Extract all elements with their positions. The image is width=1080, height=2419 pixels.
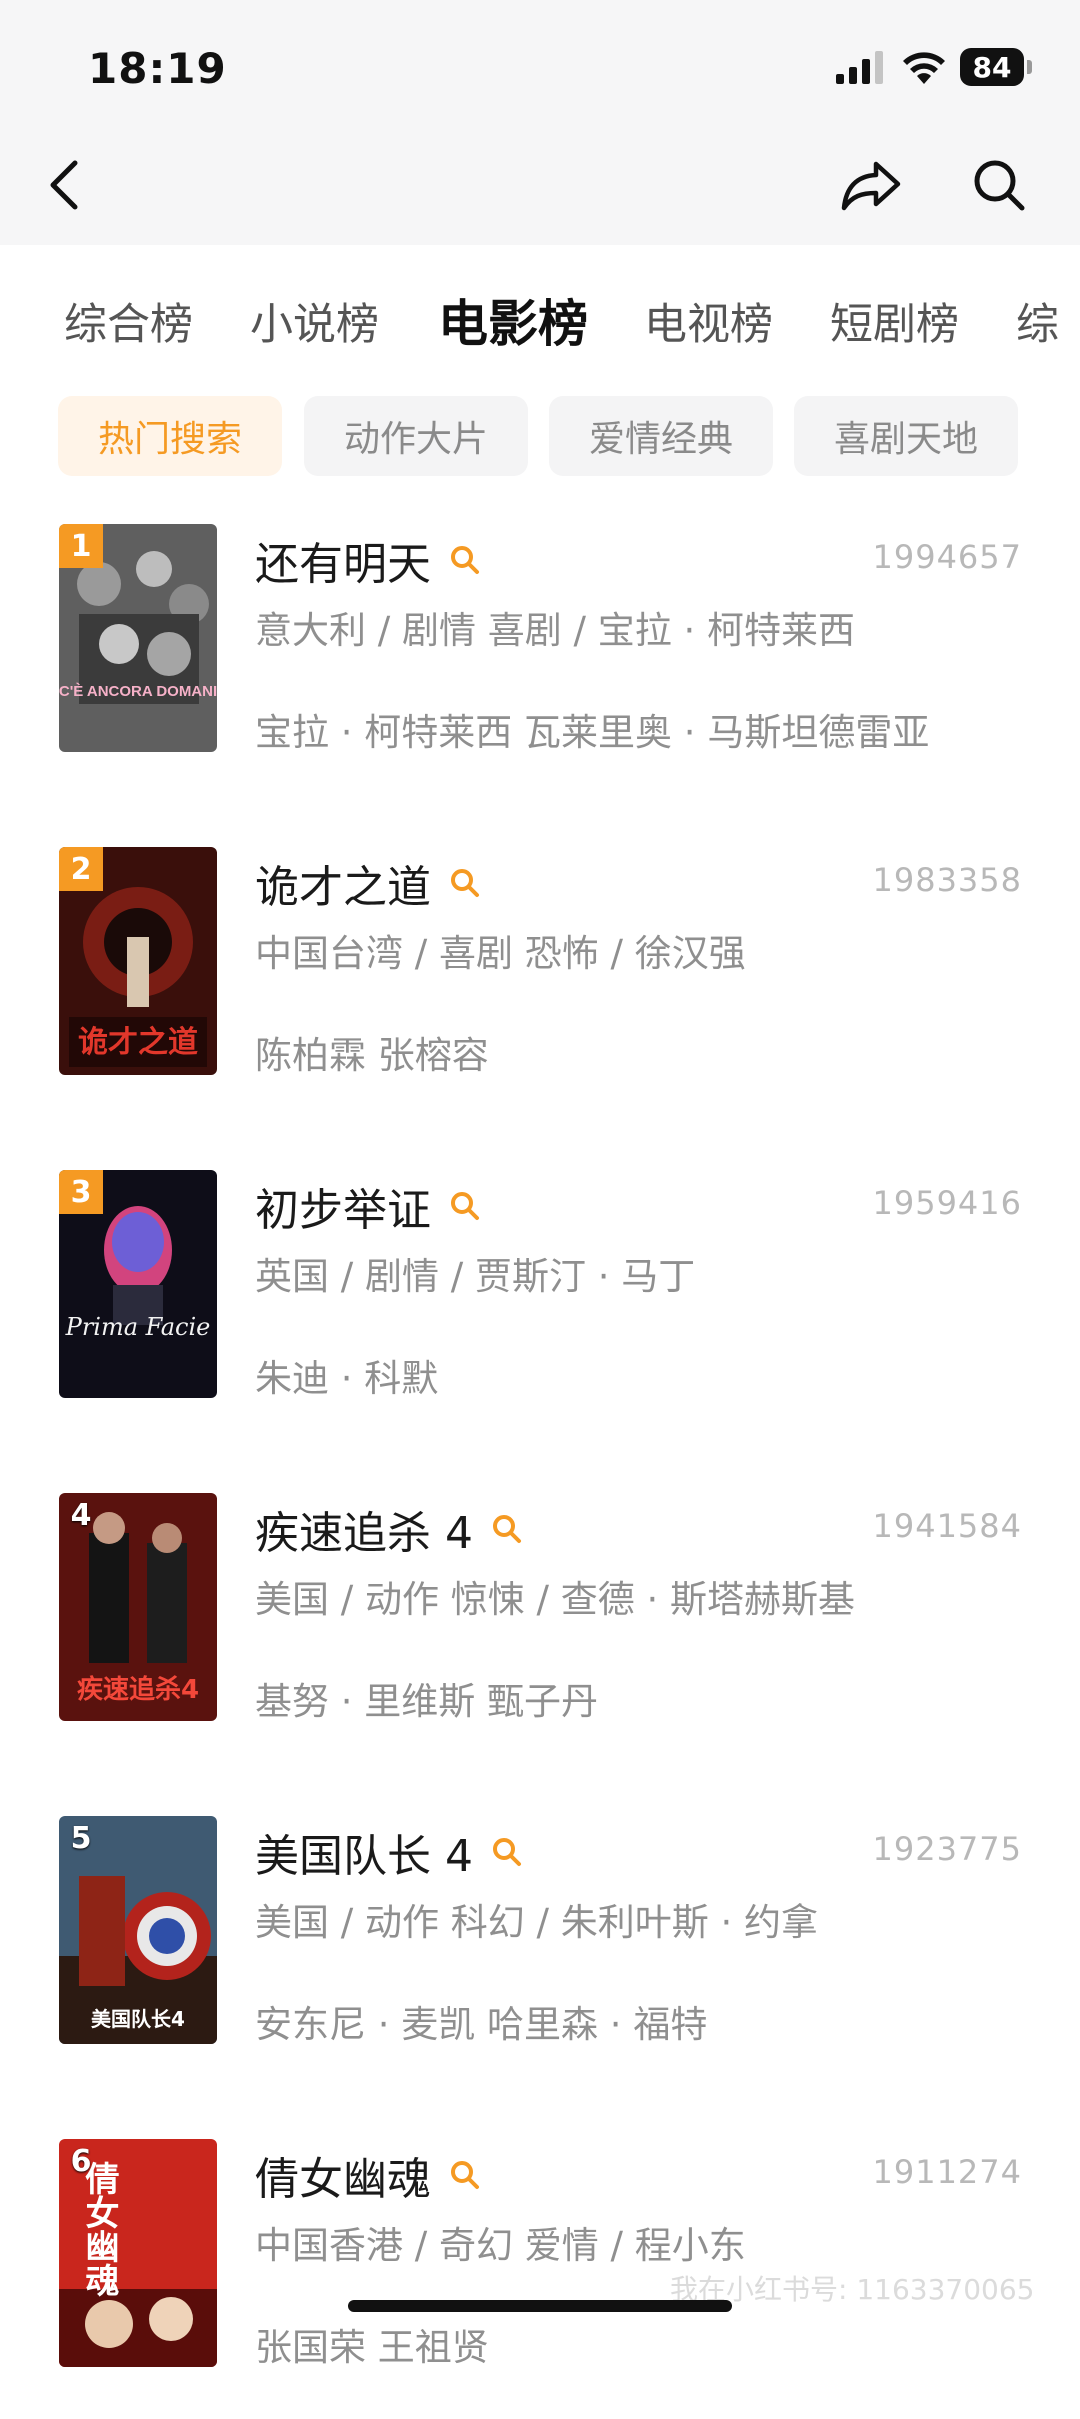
poster-caption: 疾速追杀4 xyxy=(77,1674,199,1705)
movie-poster: 美国队长4 5 xyxy=(59,1816,217,2044)
list-item[interactable]: Prima Facie 3 初步举证 1959416 英国 / 剧情 / 贾斯汀… xyxy=(0,1170,1080,1450)
chevron-left-icon xyxy=(50,160,78,210)
movie-title: 倩女幽魂 xyxy=(255,2143,481,2207)
movie-title: 疾速追杀 4 xyxy=(255,1497,523,1561)
tab-short-drama[interactable]: 短剧榜 xyxy=(830,290,959,352)
heat-value: 1959416 xyxy=(872,1184,1022,1222)
share-arrow-icon xyxy=(841,161,901,211)
movie-cast: 安东尼 · 麦凯 哈里森 · 福特 xyxy=(255,2003,708,2046)
movie-title: 初步举证 xyxy=(255,1174,481,1238)
movie-title-text: 初步举证 xyxy=(255,1185,431,1236)
hot-search-icon xyxy=(492,1838,521,1866)
hot-search-icon xyxy=(451,1192,479,1220)
status-time: 18:19 xyxy=(88,44,227,93)
movie-meta: 意大利 / 剧情 喜剧 / 宝拉 · 柯特莱西 xyxy=(255,609,856,652)
search-icon xyxy=(974,160,1025,211)
navigation-bar xyxy=(0,130,1080,230)
movie-cast: 宝拉 · 柯特莱西 瓦莱里奥 · 马斯坦德雷亚 xyxy=(255,711,930,754)
chip-romance[interactable]: 爱情经典 xyxy=(549,396,773,476)
movie-title: 美国队长 4 xyxy=(255,1820,523,1884)
back-button[interactable] xyxy=(30,150,100,220)
movie-title: 还有明天 xyxy=(255,528,481,592)
rank-badge: 1 xyxy=(59,524,103,568)
chip-hot-search[interactable]: 热门搜索 xyxy=(58,396,282,476)
tab-tv[interactable]: 电视榜 xyxy=(644,290,773,352)
hot-search-icon xyxy=(492,1515,521,1543)
list-item[interactable]: 疾速追杀4 4 疾速追杀 4 1941584 美国 / 动作 惊悚 / 查德 ·… xyxy=(0,1493,1080,1773)
movie-meta: 中国台湾 / 喜剧 恐怖 / 徐汉强 xyxy=(255,932,746,975)
movie-poster: Prima Facie 3 xyxy=(59,1170,217,1398)
heat-value: 1994657 xyxy=(872,538,1022,576)
cellular-signal-icon xyxy=(836,51,883,84)
poster-caption: Prima Facie xyxy=(65,1313,211,1341)
home-indicator[interactable] xyxy=(348,2300,732,2312)
movie-cast: 朱迪 · 科默 xyxy=(255,1357,439,1400)
poster-caption: 诡才之道 xyxy=(78,1025,198,1060)
movie-title-text: 疾速追杀 4 xyxy=(255,1508,473,1559)
heat-value: 1983358 xyxy=(872,861,1022,899)
movie-poster: C'È ANCORA DOMANI 1 xyxy=(59,524,217,752)
hot-search-icon xyxy=(451,869,479,897)
chip-comedy[interactable]: 喜剧天地 xyxy=(794,396,1018,476)
movie-meta: 英国 / 剧情 / 贾斯汀 · 马丁 xyxy=(255,1255,696,1298)
movie-meta: 美国 / 动作 科幻 / 朱利叶斯 · 约拿 xyxy=(255,1901,819,1944)
chip-action[interactable]: 动作大片 xyxy=(304,396,528,476)
movie-title-text: 美国队长 4 xyxy=(255,1831,473,1882)
movie-meta: 美国 / 动作 惊悚 / 查德 · 斯塔赫斯基 xyxy=(255,1578,856,1621)
rank-badge: 6 xyxy=(70,2143,92,2179)
battery-tip xyxy=(1027,60,1032,74)
list-item[interactable]: C'È ANCORA DOMANI 1 还有明天 1994657 意大利 / 剧… xyxy=(0,524,1080,804)
movie-poster: 诡才之道 2 xyxy=(59,847,217,1075)
poster-caption: 美国队长4 xyxy=(91,2007,185,2031)
status-bar: 18:19 84 xyxy=(0,0,1080,130)
heat-value: 1923775 xyxy=(872,1830,1022,1868)
hot-search-icon xyxy=(451,546,479,574)
movie-title: 诡才之道 xyxy=(255,851,481,915)
movie-title-text: 诡才之道 xyxy=(255,862,431,913)
movie-cast: 张国荣 王祖贤 xyxy=(255,2326,489,2369)
tab-movie[interactable]: 电影榜 xyxy=(438,284,588,356)
movie-poster: 疾速追杀4 4 xyxy=(59,1493,217,1721)
top-header-area: 18:19 84 xyxy=(0,0,1080,245)
rank-badge: 3 xyxy=(59,1170,103,1214)
list-item[interactable]: 美国队长4 5 美国队长 4 1923775 美国 / 动作 科幻 / 朱利叶斯… xyxy=(0,1816,1080,2096)
heat-value: 1941584 xyxy=(872,1507,1022,1545)
heat-value: 1911274 xyxy=(872,2153,1022,2191)
share-button[interactable] xyxy=(836,150,906,220)
hot-search-icon xyxy=(451,2161,479,2189)
tab-variety[interactable]: 综 xyxy=(1016,290,1059,352)
wifi-icon xyxy=(903,52,945,84)
movie-meta: 中国香港 / 奇幻 爱情 / 程小东 xyxy=(255,2224,746,2267)
movie-poster: 倩女幽魂 6 xyxy=(59,2139,217,2367)
movie-title-text: 还有明天 xyxy=(255,539,431,590)
movie-title-text: 倩女幽魂 xyxy=(255,2154,431,2205)
rank-badge: 4 xyxy=(70,1497,92,1533)
poster-caption: C'È ANCORA DOMANI xyxy=(59,683,217,700)
tab-overall[interactable]: 综合榜 xyxy=(64,290,193,352)
battery-indicator: 84 xyxy=(960,48,1024,86)
filter-chips: 热门搜索 动作大片 爱情经典 喜剧天地 xyxy=(0,396,1080,480)
rank-badge: 5 xyxy=(70,1820,92,1856)
list-item[interactable]: 诡才之道 2 诡才之道 1983358 中国台湾 / 喜剧 恐怖 / 徐汉强 陈… xyxy=(0,847,1080,1127)
rank-badge: 2 xyxy=(59,847,103,891)
search-button[interactable] xyxy=(964,150,1034,220)
tab-novel[interactable]: 小说榜 xyxy=(250,290,379,352)
movie-cast: 陈柏霖 张榕容 xyxy=(255,1034,489,1077)
movie-cast: 基努 · 里维斯 甄子丹 xyxy=(255,1680,599,1723)
category-tabs: 综合榜 小说榜 电影榜 电视榜 短剧榜 综 xyxy=(0,280,1080,370)
